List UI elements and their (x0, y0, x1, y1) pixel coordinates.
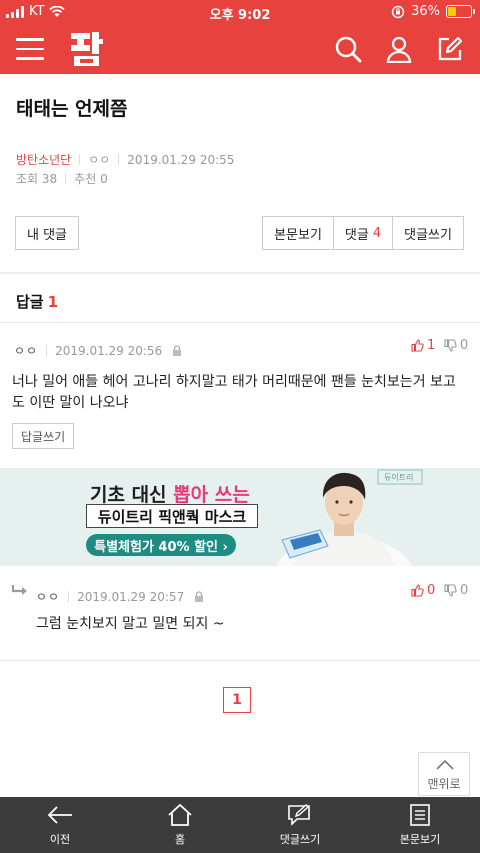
comment-like-button[interactable]: 1 (411, 338, 435, 353)
scroll-top-button[interactable]: 맨위로 (418, 752, 470, 796)
lock-icon (173, 345, 182, 356)
reply-author: ㅇㅇ (36, 590, 61, 604)
reply-write-button[interactable]: 답글쓰기 (12, 423, 75, 449)
document-icon (410, 804, 430, 826)
comment-datetime: 2019.01.29 20:56 (55, 343, 163, 358)
views-count: 조회 38 (16, 172, 58, 186)
nav-home-label: 홈 (174, 833, 186, 846)
ad-headline-text: 기초 대신 (90, 484, 174, 506)
reply-like-button[interactable]: 0 (411, 583, 435, 598)
comment-text: 너나 밀어 애들 헤어 고나리 하지말고 태가 머리때문에 팬들 눈치보는거 보… (12, 374, 456, 411)
post-title: 태태는 언제쯤 (16, 98, 128, 120)
comment-author: ㅇㅇ (14, 344, 39, 358)
nav-back-label: 이전 (49, 833, 71, 846)
user-icon[interactable] (385, 35, 413, 63)
comments-label: 댓글 (344, 227, 369, 243)
lock-icon (195, 591, 204, 602)
view-post-button[interactable]: 본문보기 (262, 216, 334, 250)
nav-view-post-label: 본문보기 (399, 833, 441, 846)
home-icon (168, 803, 192, 826)
post-meta: 방탄소년단 ㅇㅇ 2019.01.29 20:55 (16, 151, 234, 168)
battery-icon (446, 5, 475, 18)
reply-datetime: 2019.01.29 20:57 (77, 589, 185, 604)
comment-meta: ㅇㅇ 2019.01.29 20:56 (14, 342, 182, 359)
ad-brand-label: 듀이트리 (384, 473, 414, 482)
page-1-button[interactable]: 1 (223, 687, 251, 713)
write-icon[interactable] (436, 35, 464, 63)
ad-headline: 기초 대신 뽑아 쓰는 (90, 480, 250, 507)
reply-dislike-button[interactable]: 0 (444, 583, 468, 598)
nav-write-comment[interactable]: 댓글쓰기 (240, 797, 360, 853)
write-comment-button[interactable]: 댓글쓰기 (392, 216, 464, 250)
status-bar: KT 오후 9:02 36% (0, 0, 480, 24)
thumbs-up-icon (411, 339, 424, 352)
comments-button[interactable]: 댓글 4 (333, 216, 393, 250)
app-header (0, 24, 480, 74)
reply-arrow-icon (11, 585, 27, 595)
nav-back[interactable]: 이전 (0, 797, 120, 853)
comment-dislike-count: 0 (460, 338, 469, 353)
bottom-nav: 이전 홈 댓글쓰기 본문보기 (0, 797, 480, 853)
thumbs-down-icon (444, 339, 457, 352)
comment-like-count: 1 (427, 338, 436, 353)
post-author: ㅇㅇ (88, 153, 111, 167)
divider (0, 272, 480, 274)
rotation-lock-icon (391, 5, 405, 18)
logo[interactable] (68, 30, 104, 68)
my-comments-button[interactable]: 내 댓글 (15, 216, 79, 250)
post-datetime: 2019.01.29 20:55 (127, 152, 235, 167)
menu-icon[interactable] (16, 38, 44, 60)
reply-meta: ㅇㅇ 2019.01.29 20:57 (36, 588, 204, 605)
ad-discount-pill[interactable]: 특별체험가 40% 할인 › (86, 534, 236, 556)
board-name[interactable]: 방탄소년단 (16, 151, 71, 168)
nav-write-comment-label: 댓글쓰기 (279, 833, 321, 846)
nav-home[interactable]: 홈 (120, 797, 240, 853)
thumbs-up-icon (411, 584, 424, 597)
battery-percent: 36% (411, 4, 440, 19)
divider (0, 660, 480, 661)
arrow-left-icon (47, 806, 72, 824)
replies-label: 답글 (16, 293, 44, 311)
post-stats: 조회 38 추천 0 (16, 170, 108, 187)
nav-view-post[interactable]: 본문보기 (360, 797, 480, 853)
comments-count: 4 (372, 225, 382, 241)
reply-like-count: 0 (427, 583, 436, 598)
chevron-up-icon (436, 759, 454, 770)
scroll-top-label: 맨위로 (427, 777, 461, 791)
thumbs-down-icon (444, 584, 457, 597)
divider (0, 322, 480, 323)
ad-product-name: 듀이트리 픽앤쿽 마스크 (86, 504, 258, 528)
ad-banner[interactable]: 기초 대신 뽑아 쓰는 듀이트리 픽앤쿽 마스크 특별체험가 40% 할인 › … (0, 468, 480, 566)
search-icon[interactable] (334, 35, 362, 63)
ad-headline-highlight: 뽑아 쓰는 (173, 484, 250, 506)
comment-write-icon (288, 804, 310, 826)
reply-text: 그럼 눈치보지 말고 밀면 되지 ~ (36, 616, 225, 632)
replies-count: 1 (47, 293, 59, 311)
replies-heading: 답글 1 (16, 291, 58, 312)
comment-dislike-button[interactable]: 0 (444, 338, 468, 353)
likes-count: 추천 0 (74, 172, 108, 186)
reply-dislike-count: 0 (460, 583, 469, 598)
